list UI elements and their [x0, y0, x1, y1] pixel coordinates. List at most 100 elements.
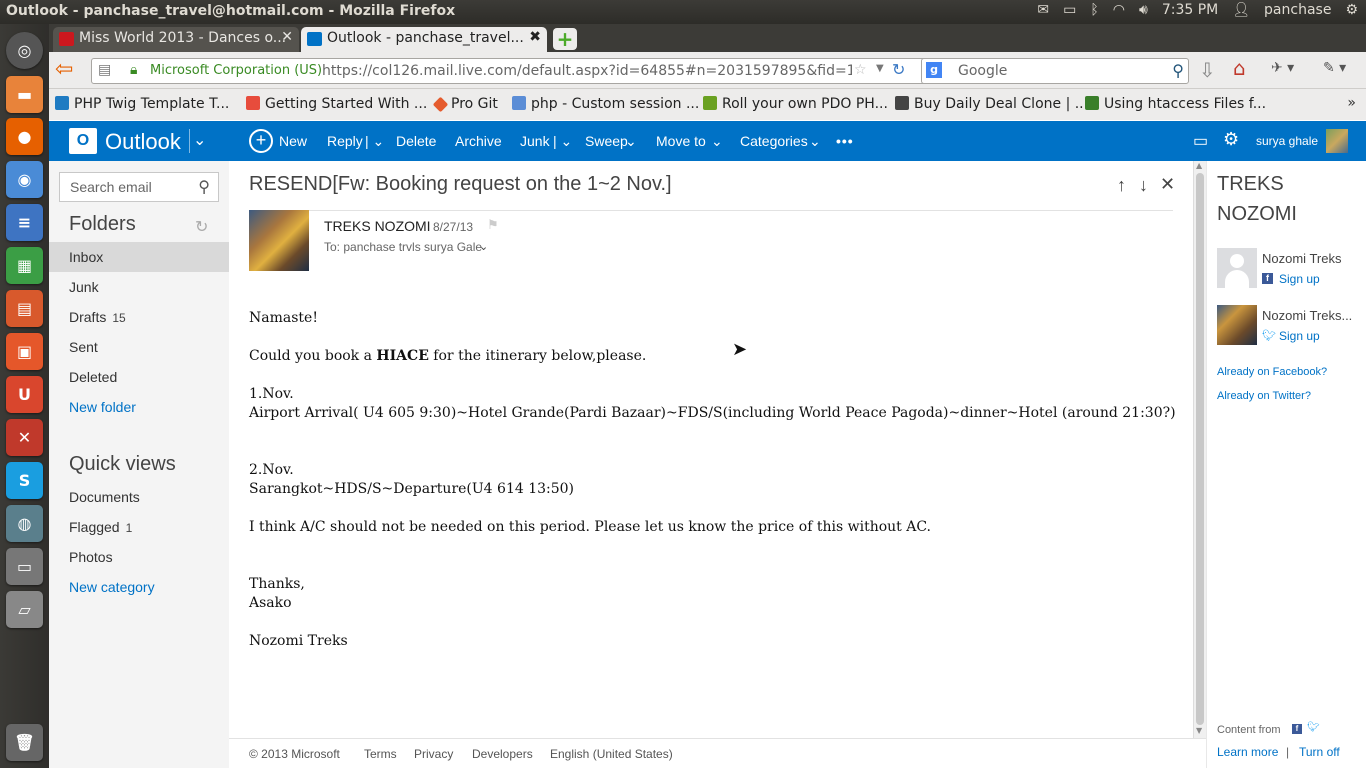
addon-icon[interactable]: ✈ ▾: [1271, 60, 1294, 76]
star-icon[interactable]: ☆: [854, 62, 867, 78]
google-icon[interactable]: g: [926, 62, 942, 78]
scroll-up-icon[interactable]: ▲: [1196, 161, 1202, 170]
settings-gear-icon[interactable]: ⚙: [1223, 129, 1239, 150]
sweep-chevron-icon[interactable]: ⌄: [625, 133, 637, 150]
close-tab-icon[interactable]: ✕: [281, 29, 293, 45]
previous-message-arrow-icon[interactable]: ↑: [1117, 175, 1126, 196]
tools-icon[interactable]: ✎ ▾: [1323, 60, 1346, 76]
folder-deleted[interactable]: Deleted: [49, 362, 229, 392]
junk-button[interactable]: Junk: [520, 133, 550, 149]
back-arrow-icon[interactable]: ⇦: [55, 57, 73, 82]
user-name[interactable]: panchase: [1264, 2, 1331, 18]
contact-avatar[interactable]: [1217, 305, 1257, 345]
reply-dropdown-chevron-icon[interactable]: | ⌄: [365, 133, 384, 150]
language-link[interactable]: English (United States): [550, 747, 673, 761]
scrollbar-thumb[interactable]: [1196, 173, 1204, 725]
bookmark-item[interactable]: Roll your own PDO PH...: [703, 96, 888, 112]
quick-view-flagged[interactable]: Flagged 1: [49, 512, 229, 542]
recipients[interactable]: To: panchase trvls surya Gale: [324, 240, 482, 254]
scrollbar[interactable]: ▲ ▼: [1193, 161, 1206, 738]
site-identity[interactable]: Microsoft Corporation (US): [150, 63, 322, 78]
more-bookmarks-icon[interactable]: »: [1347, 95, 1356, 111]
account-name[interactable]: surya ghale: [1256, 134, 1318, 148]
categories-button[interactable]: Categories: [740, 133, 808, 149]
skype-icon[interactable]: S: [6, 462, 43, 499]
bookmark-item[interactable]: Buy Daily Deal Clone | ...: [895, 96, 1088, 112]
already-on-twitter-link[interactable]: Already on Twitter?: [1217, 390, 1311, 402]
app-switcher-chevron-icon[interactable]: ⌄: [193, 130, 206, 150]
new-folder-link[interactable]: New folder: [49, 392, 229, 422]
workspace-icon[interactable]: ▭: [6, 548, 43, 585]
avatar[interactable]: [1326, 129, 1348, 153]
tab-miss-world[interactable]: Miss World 2013 - Dances o... ✕: [53, 27, 299, 52]
bookmark-item[interactable]: Using htaccess Files f...: [1085, 96, 1266, 112]
drive-icon[interactable]: ▱: [6, 591, 43, 628]
writer-icon[interactable]: ≡: [6, 204, 43, 241]
bookmark-item[interactable]: PHP Twig Template T...: [55, 96, 229, 112]
archive-button[interactable]: Archive: [455, 133, 502, 149]
search-icon[interactable]: ⚲: [1172, 61, 1184, 80]
contact-name[interactable]: Nozomi Treks...: [1262, 308, 1352, 323]
new-plus-icon[interactable]: +: [249, 129, 273, 153]
dash-icon[interactable]: ◎: [6, 32, 43, 69]
twitter-sign-up-link[interactable]: Sign up: [1279, 329, 1320, 343]
wifi-icon[interactable]: ◠: [1113, 2, 1125, 18]
settings-tools-icon[interactable]: ✕: [6, 419, 43, 456]
developers-link[interactable]: Developers: [472, 747, 533, 761]
mail-icon[interactable]: ✉: [1037, 2, 1049, 18]
more-commands-icon[interactable]: •••: [836, 133, 854, 149]
facebook-sign-up-link[interactable]: Sign up: [1279, 272, 1320, 286]
reply-button[interactable]: Reply: [327, 133, 363, 149]
chrome-icon[interactable]: ◉: [6, 161, 43, 198]
sweep-button[interactable]: Sweep: [585, 133, 628, 149]
trash-icon[interactable]: 🗑︎: [6, 724, 43, 761]
clock[interactable]: 7:35 PM: [1162, 2, 1218, 18]
folder-inbox[interactable]: Inbox: [49, 242, 229, 272]
reload-icon[interactable]: ↻: [892, 60, 905, 79]
contact-name[interactable]: Nozomi Treks: [1262, 251, 1341, 266]
move-to-button[interactable]: Move to: [656, 133, 706, 149]
delete-button[interactable]: Delete: [396, 133, 436, 149]
search-bar[interactable]: g Google ⚲: [921, 58, 1189, 84]
next-message-arrow-icon[interactable]: ↓: [1139, 175, 1148, 196]
url-text[interactable]: https://col126.mail.live.com/default.asp…: [322, 63, 852, 79]
bookmark-page-icon[interactable]: ▤: [98, 62, 111, 78]
expand-recipients-icon[interactable]: ⌄: [479, 240, 488, 253]
close-icon[interactable]: ✕: [1160, 174, 1175, 195]
bookmark-item[interactable]: Pro Git: [432, 96, 498, 113]
battery-icon[interactable]: ▭: [1063, 2, 1076, 18]
close-tab-icon[interactable]: ✖: [529, 29, 541, 45]
search-icon[interactable]: ⚲: [198, 177, 210, 197]
impress-icon[interactable]: ▤: [6, 290, 43, 327]
junk-dropdown-chevron-icon[interactable]: | ⌄: [553, 133, 572, 150]
privacy-link[interactable]: Privacy: [414, 747, 453, 761]
new-tab-button[interactable]: +: [553, 28, 577, 50]
bookmark-item[interactable]: php - Custom session ...: [512, 96, 699, 112]
folder-drafts[interactable]: Drafts 15: [49, 302, 229, 332]
software-center-icon[interactable]: ▣: [6, 333, 43, 370]
remote-desktop-icon[interactable]: ◍: [6, 505, 43, 542]
move-to-chevron-icon[interactable]: ⌄: [711, 133, 723, 150]
new-category-link[interactable]: New category: [49, 572, 229, 602]
messaging-icon[interactable]: ▭: [1193, 131, 1208, 151]
new-button[interactable]: New: [279, 133, 307, 149]
terms-link[interactable]: Terms: [364, 747, 397, 761]
refresh-icon[interactable]: ↻: [195, 217, 208, 237]
ubuntu-one-icon[interactable]: U: [6, 376, 43, 413]
folder-junk[interactable]: Junk: [49, 272, 229, 302]
quick-view-documents[interactable]: Documents: [49, 482, 229, 512]
bluetooth-icon[interactable]: ᛒ: [1090, 2, 1098, 18]
calc-icon[interactable]: ▦: [6, 247, 43, 284]
scroll-down-icon[interactable]: ▼: [1196, 726, 1202, 735]
outlook-logo-icon[interactable]: O: [69, 128, 97, 154]
outlook-brand[interactable]: Outlook: [105, 129, 181, 155]
files-icon[interactable]: ▬: [6, 76, 43, 113]
download-icon[interactable]: ⇩: [1199, 58, 1216, 82]
tab-outlook[interactable]: Outlook - panchase_travel... ✖: [301, 27, 547, 52]
categories-chevron-icon[interactable]: ⌄: [809, 133, 821, 150]
flag-icon[interactable]: ⚑: [487, 217, 499, 233]
sender-name[interactable]: TREKS NOZOMI: [324, 218, 431, 234]
contact-avatar[interactable]: [1217, 248, 1257, 288]
turn-off-link[interactable]: Turn off: [1299, 745, 1340, 759]
already-on-facebook-link[interactable]: Already on Facebook?: [1217, 366, 1327, 378]
